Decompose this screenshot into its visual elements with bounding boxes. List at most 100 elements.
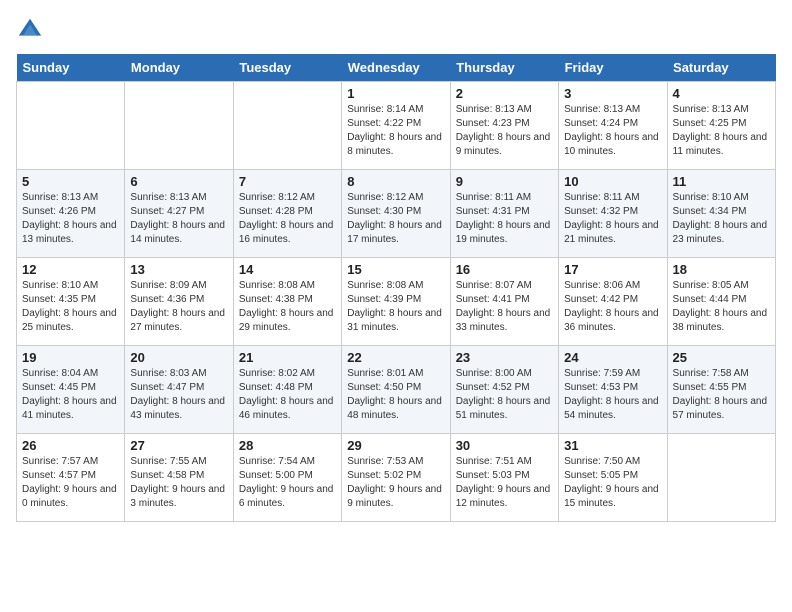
page-header (16, 16, 776, 44)
calendar-cell: 30 Sunrise: 7:51 AM Sunset: 5:03 PM Dayli… (450, 434, 558, 522)
weekday-header-row: SundayMondayTuesdayWednesdayThursdayFrid… (17, 54, 776, 82)
calendar-cell: 27 Sunrise: 7:55 AM Sunset: 4:58 PM Dayli… (125, 434, 233, 522)
calendar-cell: 21Sunrise: 8:02 AM Sunset: 4:48 PM Dayli… (233, 346, 341, 434)
day-info: Sunrise: 8:14 AM Sunset: 4:22 PM Dayligh… (347, 103, 444, 159)
day-info: Sunrise: 7:53 AM Sunset: 5:02 PM Dayligh… (347, 455, 444, 511)
day-number: 2 (456, 86, 553, 101)
calendar-cell: 12 Sunrise: 8:10 AM Sunset: 4:35 PM Dayli… (17, 258, 125, 346)
calendar-cell: 6Sunrise: 8:13 AM Sunset: 4:27 PM Daylig… (125, 170, 233, 258)
calendar-cell (667, 434, 775, 522)
day-number: 9 (456, 174, 553, 189)
day-number: 8 (347, 174, 444, 189)
day-number: 13 (130, 262, 227, 277)
calendar-cell: 7Sunrise: 8:12 AM Sunset: 4:28 PM Daylig… (233, 170, 341, 258)
day-info: Sunrise: 8:04 AM Sunset: 4:45 PM Dayligh… (22, 367, 119, 423)
calendar-cell: 3 Sunrise: 8:13 AM Sunset: 4:24 PM Daylig… (559, 82, 667, 170)
calendar-cell: 2 Sunrise: 8:13 AM Sunset: 4:23 PM Daylig… (450, 82, 558, 170)
day-number: 21 (239, 350, 336, 365)
day-number: 3 (564, 86, 661, 101)
calendar-cell: 16 Sunrise: 8:07 AM Sunset: 4:41 PM Dayli… (450, 258, 558, 346)
calendar-week-row: 1 Sunrise: 8:14 AM Sunset: 4:22 PM Daylig… (17, 82, 776, 170)
day-number: 20 (130, 350, 227, 365)
day-info: Sunrise: 7:50 AM Sunset: 5:05 PM Dayligh… (564, 455, 661, 511)
calendar-cell: 24 Sunrise: 7:59 AM Sunset: 4:53 PM Dayli… (559, 346, 667, 434)
day-info: Sunrise: 7:57 AM Sunset: 4:57 PM Dayligh… (22, 455, 119, 511)
day-info: Sunrise: 8:00 AM Sunset: 4:52 PM Dayligh… (456, 367, 553, 423)
day-number: 19 (22, 350, 119, 365)
calendar-cell (233, 82, 341, 170)
calendar-cell (125, 82, 233, 170)
day-info: Sunrise: 8:12 AM Sunset: 4:30 PM Dayligh… (347, 191, 444, 247)
weekday-header-sunday: Sunday (17, 54, 125, 82)
day-info: Sunrise: 8:10 AM Sunset: 4:34 PM Dayligh… (673, 191, 770, 247)
weekday-header-monday: Monday (125, 54, 233, 82)
day-number: 5 (22, 174, 119, 189)
day-info: Sunrise: 7:51 AM Sunset: 5:03 PM Dayligh… (456, 455, 553, 511)
calendar-cell: 19 Sunrise: 8:04 AM Sunset: 4:45 PM Dayli… (17, 346, 125, 434)
day-info: Sunrise: 8:03 AM Sunset: 4:47 PM Dayligh… (130, 367, 227, 423)
day-info: Sunrise: 8:01 AM Sunset: 4:50 PM Dayligh… (347, 367, 444, 423)
calendar-cell: 20 Sunrise: 8:03 AM Sunset: 4:47 PM Dayli… (125, 346, 233, 434)
day-info: Sunrise: 8:07 AM Sunset: 4:41 PM Dayligh… (456, 279, 553, 335)
calendar-cell: 22 Sunrise: 8:01 AM Sunset: 4:50 PM Dayli… (342, 346, 450, 434)
calendar-cell: 14 Sunrise: 8:08 AM Sunset: 4:38 PM Dayli… (233, 258, 341, 346)
calendar-cell (17, 82, 125, 170)
day-number: 24 (564, 350, 661, 365)
calendar-cell: 9 Sunrise: 8:11 AM Sunset: 4:31 PM Daylig… (450, 170, 558, 258)
day-info: Sunrise: 8:13 AM Sunset: 4:25 PM Dayligh… (673, 103, 770, 159)
calendar-cell: 13 Sunrise: 8:09 AM Sunset: 4:36 PM Dayli… (125, 258, 233, 346)
day-number: 28 (239, 438, 336, 453)
calendar-cell: 17 Sunrise: 8:06 AM Sunset: 4:42 PM Dayli… (559, 258, 667, 346)
day-number: 11 (673, 174, 770, 189)
day-number: 27 (130, 438, 227, 453)
day-info: Sunrise: 8:12 AM Sunset: 4:28 PM Dayligh… (239, 191, 336, 247)
day-info: Sunrise: 8:11 AM Sunset: 4:32 PM Dayligh… (564, 191, 661, 247)
calendar-week-row: 19 Sunrise: 8:04 AM Sunset: 4:45 PM Dayli… (17, 346, 776, 434)
day-number: 22 (347, 350, 444, 365)
calendar-cell: 4 Sunrise: 8:13 AM Sunset: 4:25 PM Daylig… (667, 82, 775, 170)
calendar-cell: 23Sunrise: 8:00 AM Sunset: 4:52 PM Dayli… (450, 346, 558, 434)
weekday-header-saturday: Saturday (667, 54, 775, 82)
calendar-week-row: 26Sunrise: 7:57 AM Sunset: 4:57 PM Dayli… (17, 434, 776, 522)
calendar-cell: 15Sunrise: 8:08 AM Sunset: 4:39 PM Dayli… (342, 258, 450, 346)
day-info: Sunrise: 8:13 AM Sunset: 4:23 PM Dayligh… (456, 103, 553, 159)
day-info: Sunrise: 8:13 AM Sunset: 4:26 PM Dayligh… (22, 191, 119, 247)
day-info: Sunrise: 7:54 AM Sunset: 5:00 PM Dayligh… (239, 455, 336, 511)
day-number: 25 (673, 350, 770, 365)
calendar-cell: 26Sunrise: 7:57 AM Sunset: 4:57 PM Dayli… (17, 434, 125, 522)
day-number: 17 (564, 262, 661, 277)
day-number: 1 (347, 86, 444, 101)
day-number: 18 (673, 262, 770, 277)
day-number: 16 (456, 262, 553, 277)
calendar-cell: 1 Sunrise: 8:14 AM Sunset: 4:22 PM Daylig… (342, 82, 450, 170)
day-info: Sunrise: 8:09 AM Sunset: 4:36 PM Dayligh… (130, 279, 227, 335)
day-info: Sunrise: 8:05 AM Sunset: 4:44 PM Dayligh… (673, 279, 770, 335)
day-info: Sunrise: 7:55 AM Sunset: 4:58 PM Dayligh… (130, 455, 227, 511)
day-number: 15 (347, 262, 444, 277)
calendar-cell: 10 Sunrise: 8:11 AM Sunset: 4:32 PM Dayli… (559, 170, 667, 258)
calendar-cell: 28 Sunrise: 7:54 AM Sunset: 5:00 PM Dayli… (233, 434, 341, 522)
day-number: 14 (239, 262, 336, 277)
calendar-week-row: 12 Sunrise: 8:10 AM Sunset: 4:35 PM Dayli… (17, 258, 776, 346)
weekday-header-thursday: Thursday (450, 54, 558, 82)
day-info: Sunrise: 8:06 AM Sunset: 4:42 PM Dayligh… (564, 279, 661, 335)
day-number: 12 (22, 262, 119, 277)
calendar-cell: 8 Sunrise: 8:12 AM Sunset: 4:30 PM Daylig… (342, 170, 450, 258)
day-number: 30 (456, 438, 553, 453)
day-number: 6 (130, 174, 227, 189)
calendar-cell: 11 Sunrise: 8:10 AM Sunset: 4:34 PM Dayli… (667, 170, 775, 258)
day-info: Sunrise: 8:13 AM Sunset: 4:24 PM Dayligh… (564, 103, 661, 159)
weekday-header-friday: Friday (559, 54, 667, 82)
day-number: 29 (347, 438, 444, 453)
day-info: Sunrise: 8:08 AM Sunset: 4:38 PM Dayligh… (239, 279, 336, 335)
weekday-header-tuesday: Tuesday (233, 54, 341, 82)
calendar-week-row: 5 Sunrise: 8:13 AM Sunset: 4:26 PM Daylig… (17, 170, 776, 258)
day-number: 4 (673, 86, 770, 101)
day-number: 10 (564, 174, 661, 189)
day-info: Sunrise: 7:58 AM Sunset: 4:55 PM Dayligh… (673, 367, 770, 423)
day-info: Sunrise: 8:10 AM Sunset: 4:35 PM Dayligh… (22, 279, 119, 335)
day-info: Sunrise: 7:59 AM Sunset: 4:53 PM Dayligh… (564, 367, 661, 423)
calendar-table: SundayMondayTuesdayWednesdayThursdayFrid… (16, 54, 776, 522)
day-info: Sunrise: 8:11 AM Sunset: 4:31 PM Dayligh… (456, 191, 553, 247)
calendar-cell: 29 Sunrise: 7:53 AM Sunset: 5:02 PM Dayli… (342, 434, 450, 522)
